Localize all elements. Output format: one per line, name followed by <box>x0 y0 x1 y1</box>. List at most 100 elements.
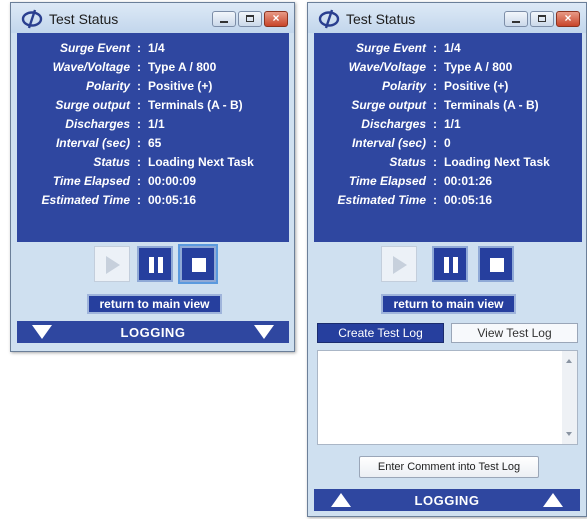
logging-toggle-bar[interactable]: LOGGING <box>17 321 289 343</box>
title-bar[interactable]: Test Status × <box>308 3 586 33</box>
status-row-status: Status : Loading Next Task <box>17 152 289 171</box>
status-row-time-elapsed: Time Elapsed : 00:00:09 <box>17 171 289 190</box>
field-separator: : <box>433 98 437 113</box>
field-value: 1/1 <box>444 117 461 131</box>
play-icon <box>393 256 407 274</box>
status-row-polarity: Polarity : Positive (+) <box>17 77 289 96</box>
minimize-button[interactable] <box>504 11 528 27</box>
field-separator: : <box>433 41 437 56</box>
play-button[interactable] <box>381 246 417 282</box>
status-row-estimated-time: Estimated Time : 00:05:16 <box>314 190 582 209</box>
close-icon: × <box>564 11 572 25</box>
field-label: Discharges <box>65 117 130 131</box>
status-row-wave-voltage: Wave/Voltage : Type A / 800 <box>17 58 289 77</box>
status-row-interval: Interval (sec) : 0 <box>314 133 582 152</box>
minimize-button[interactable] <box>212 11 236 27</box>
maximize-icon <box>538 15 546 22</box>
play-button[interactable] <box>94 246 130 282</box>
logging-toggle-bar[interactable]: LOGGING <box>314 489 580 511</box>
phi-logo-icon <box>318 9 340 29</box>
field-separator: : <box>137 41 141 56</box>
maximize-icon <box>246 15 254 22</box>
field-label: Time Elapsed <box>348 173 426 188</box>
close-button[interactable]: × <box>556 11 580 27</box>
pause-button[interactable] <box>137 246 173 282</box>
status-panel: Surge Event : 1/4 Wave/Voltage : Type A … <box>314 33 582 242</box>
status-row-discharges: Discharges : 1/1 <box>314 115 582 134</box>
test-log-textarea[interactable] <box>317 350 578 445</box>
window-title: Test Status <box>49 11 119 27</box>
field-label: Polarity <box>381 79 426 94</box>
field-label: Discharges <box>361 117 426 131</box>
field-label: Surge output <box>55 98 130 113</box>
field-label: Interval (sec) <box>55 135 130 150</box>
title-bar[interactable]: Test Status × <box>11 3 294 33</box>
field-separator: : <box>137 98 141 113</box>
field-value: 00:01:26 <box>444 173 493 188</box>
stop-icon <box>192 258 206 272</box>
field-value: 00:05:16 <box>148 192 197 207</box>
field-separator: : <box>137 192 141 207</box>
playback-controls <box>308 246 586 286</box>
enter-comment-button[interactable]: Enter Comment into Test Log <box>359 456 539 478</box>
play-icon <box>106 256 120 274</box>
return-to-main-view-button[interactable]: return to main view <box>87 294 222 314</box>
status-row-wave-voltage: Wave/Voltage : Type A / 800 <box>314 58 582 77</box>
scroll-down-icon[interactable] <box>566 432 572 436</box>
status-row-interval: Interval (sec) : 65 <box>17 133 289 152</box>
test-status-window-collapsed: Test Status × Surge Event : 1/4 Wave/Vol… <box>10 2 295 352</box>
field-value: Positive (+) <box>444 79 509 94</box>
field-value: 1/4 <box>444 41 461 56</box>
field-separator: : <box>137 79 141 94</box>
stop-button[interactable] <box>180 246 216 282</box>
field-value: Loading Next Task <box>148 154 254 169</box>
minimize-icon <box>220 21 228 23</box>
close-button[interactable]: × <box>264 11 288 27</box>
field-label: Time Elapsed <box>52 173 130 188</box>
field-value: Terminals (A - B) <box>444 98 539 113</box>
field-label: Estimated Time <box>41 192 130 207</box>
maximize-button[interactable] <box>238 11 262 27</box>
field-label: Surge Event <box>355 41 426 56</box>
field-value: Type A / 800 <box>444 60 513 75</box>
logging-label: LOGGING <box>414 493 480 508</box>
field-value: 00:00:09 <box>148 173 197 188</box>
status-row-time-elapsed: Time Elapsed : 00:01:26 <box>314 171 582 190</box>
status-row-status: Status : Loading Next Task <box>314 152 582 171</box>
field-label: Wave/Voltage <box>348 60 426 75</box>
log-scrollbar[interactable] <box>562 351 577 444</box>
field-separator: : <box>433 117 437 131</box>
up-arrow-icon <box>543 493 563 507</box>
field-value: Type A / 800 <box>148 60 217 75</box>
stop-icon <box>490 258 504 272</box>
create-test-log-button[interactable]: Create Test Log <box>317 323 444 343</box>
status-row-surge-output: Surge output : Terminals (A - B) <box>17 96 289 115</box>
status-panel: Surge Event : 1/4 Wave/Voltage : Type A … <box>17 33 289 242</box>
field-value: Positive (+) <box>148 79 213 94</box>
field-label: Status <box>93 154 130 169</box>
stop-button[interactable] <box>478 246 514 282</box>
field-label: Surge output <box>351 98 426 113</box>
field-separator: : <box>137 117 141 131</box>
status-row-surge-event: Surge Event : 1/4 <box>314 39 582 58</box>
field-separator: : <box>137 60 141 75</box>
field-value: 1/1 <box>148 117 165 131</box>
field-separator: : <box>433 135 437 150</box>
maximize-button[interactable] <box>530 11 554 27</box>
playback-controls <box>11 246 294 286</box>
view-test-log-button[interactable]: View Test Log <box>451 323 578 343</box>
return-to-main-view-button[interactable]: return to main view <box>381 294 516 314</box>
close-icon: × <box>272 11 280 25</box>
pause-button[interactable] <box>432 246 468 282</box>
status-row-surge-event: Surge Event : 1/4 <box>17 39 289 58</box>
field-separator: : <box>433 192 437 207</box>
field-value: 0 <box>444 135 451 150</box>
field-label: Estimated Time <box>337 192 426 207</box>
status-row-discharges: Discharges : 1/1 <box>17 115 289 134</box>
down-arrow-icon <box>254 325 274 339</box>
field-label: Polarity <box>85 79 130 94</box>
status-row-estimated-time: Estimated Time : 00:05:16 <box>17 190 289 209</box>
logging-label: LOGGING <box>120 325 186 340</box>
scroll-up-icon[interactable] <box>566 359 572 363</box>
field-value: Loading Next Task <box>444 154 550 169</box>
